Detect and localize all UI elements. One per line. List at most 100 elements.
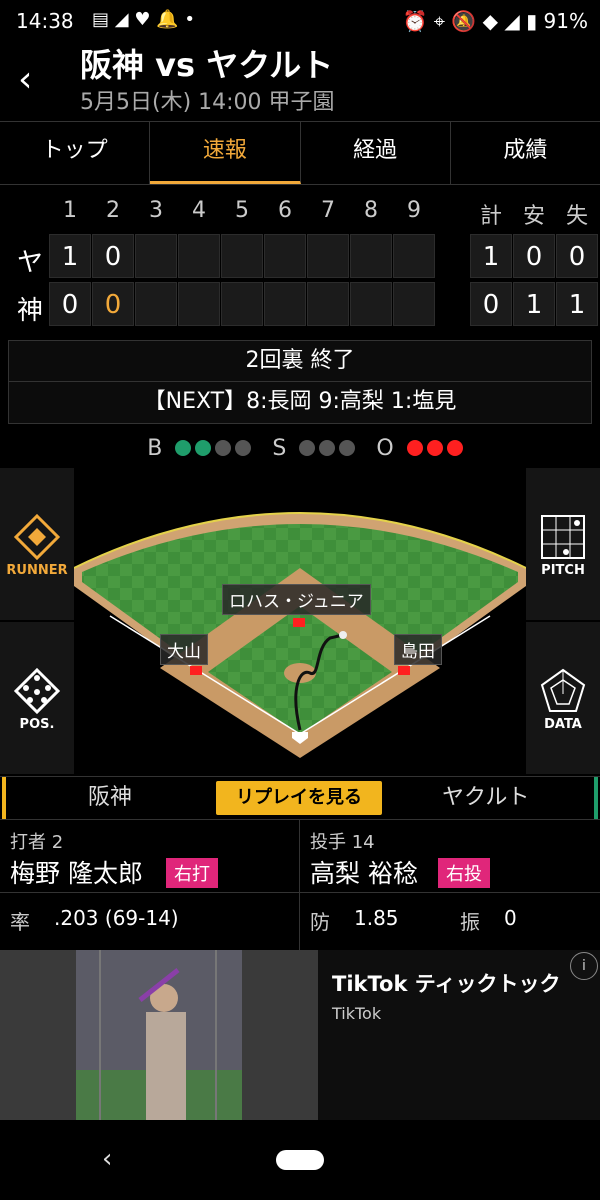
score-cell <box>135 234 177 278</box>
alarm-icon: ⏰ <box>402 9 428 33</box>
score-cell <box>307 282 349 326</box>
strike-dot <box>299 440 316 456</box>
divider <box>299 820 300 950</box>
strike-label: S <box>272 436 287 461</box>
score-cell: 1 <box>49 234 91 278</box>
back-button[interactable]: ‹ <box>18 58 54 102</box>
home-team-marker <box>2 777 6 819</box>
score-cell <box>264 234 306 278</box>
tab-bar: トップ 速報 経過 成績 <box>0 121 600 185</box>
inning-header: 5 <box>235 198 249 223</box>
score-cell <box>350 282 392 326</box>
divider <box>0 892 600 893</box>
pitch-grid-icon <box>541 515 585 559</box>
total-hits: 0 <box>513 234 555 278</box>
tab-progress[interactable]: 経過 <box>301 122 451 184</box>
team-switch-bar: 阪神 リプレイを見る ヤクルト <box>0 776 600 820</box>
position-button[interactable]: POS. <box>0 622 74 774</box>
status-time: 14:38 <box>16 9 74 33</box>
chevron-left-icon: ‹ <box>18 59 33 100</box>
batter-name[interactable]: 梅野 隆太郎 <box>10 854 143 890</box>
tab-live[interactable]: 速報 <box>150 122 301 184</box>
total-header-runs: 計 <box>479 204 502 229</box>
data-button[interactable]: DATA <box>526 622 600 774</box>
fielder-left: 大山 <box>160 634 208 665</box>
scoreboard: 1 2 3 4 5 6 7 8 9 計 安 失 ヤ 1 0 1 0 0 神 0 … <box>0 190 600 330</box>
batter-role: 打者 2 <box>10 832 64 853</box>
location-icon: ⌖ <box>433 9 446 33</box>
score-cell <box>393 282 435 326</box>
ad-photo-placeholder <box>0 950 318 1120</box>
replay-button[interactable]: リプレイを見る <box>216 781 382 815</box>
score-cell <box>221 234 263 278</box>
ad-image[interactable] <box>0 950 318 1120</box>
fielder-right: 島田 <box>394 634 442 665</box>
status-right: ⏰ ⌖ 🔕 ◆ ◢ ▮ 91% <box>403 9 588 33</box>
wifi-icon: ◆ <box>482 9 499 33</box>
tab-stats[interactable]: 成績 <box>451 122 600 184</box>
nav-back-icon[interactable]: ‹ <box>102 1144 112 1174</box>
score-cell <box>350 234 392 278</box>
strike-dot <box>339 440 356 456</box>
first-base <box>398 666 410 675</box>
tab-top[interactable]: トップ <box>0 122 151 184</box>
info-icon[interactable]: i <box>570 952 598 980</box>
score-cell <box>221 282 263 326</box>
inning-header: 4 <box>192 198 206 223</box>
signal-icon: ◢ <box>114 9 129 30</box>
field-view: RUNNER POS. PITCH DATA ロハス・ジュニア 大山 島田 <box>0 468 600 774</box>
score-cell <box>393 234 435 278</box>
score-cell-current: 0 <box>92 282 134 326</box>
pitcher-k-label: 振 <box>460 910 480 934</box>
runner-button[interactable]: RUNNER <box>0 468 74 620</box>
ball-dot <box>235 440 252 456</box>
inning-header: 9 <box>407 198 421 223</box>
inning-status-box: 2回裏 終了 【NEXT】8:長岡 9:高梨 1:塩見 <box>8 340 592 424</box>
team-away-tab[interactable]: ヤクルト <box>442 777 529 819</box>
total-runs: 0 <box>470 282 512 326</box>
out-dot <box>446 440 463 456</box>
nav-home-pill[interactable] <box>276 1150 324 1170</box>
batter-pitcher-panel: 打者 2 梅野 隆太郎 右打 率 .203 (69-14) 投手 14 高梨 裕… <box>0 820 600 950</box>
data-label: DATA <box>544 717 582 732</box>
pitcher-k-value: 0 <box>504 906 517 930</box>
pitch-label: PITCH <box>541 563 585 578</box>
notification-icons: ▤ ◢ ♥ 🔔 • <box>92 9 195 30</box>
total-header-errors: 失 <box>565 204 588 229</box>
cell-icon: ◢ <box>504 9 520 33</box>
score-cell <box>178 234 220 278</box>
out-label: O <box>376 436 394 461</box>
page-title: 阪神 vs ヤクルト <box>80 46 334 84</box>
team-abbr-away: ヤ <box>16 248 43 278</box>
score-cell <box>307 234 349 278</box>
app-header: ‹ 阪神 vs ヤクルト 5月5日(木) 14:00 甲子園 <box>0 40 600 120</box>
ball-dot <box>215 440 232 456</box>
next-batters: 【NEXT】8:長岡 9:高梨 1:塩見 <box>9 381 591 422</box>
battery-icon: ▮ <box>526 9 538 33</box>
system-nav-bar: ‹ <box>0 1120 600 1200</box>
fielder-center: ロハス・ジュニア <box>222 584 371 615</box>
dot-icon: • <box>184 9 195 30</box>
ball-landing <box>339 631 347 639</box>
positions-icon <box>13 667 61 715</box>
ad-banner[interactable]: TikTok ティックトック TikTok i <box>0 950 600 1120</box>
batter-stat-value: .203 (69-14) <box>54 906 179 930</box>
total-errors: 1 <box>556 282 598 326</box>
pitch-button[interactable]: PITCH <box>526 468 600 620</box>
score-cell <box>264 282 306 326</box>
away-team-marker <box>594 777 598 819</box>
total-errors: 0 <box>556 234 598 278</box>
score-cell <box>135 282 177 326</box>
pos-label: POS. <box>19 717 55 732</box>
total-runs: 1 <box>470 234 512 278</box>
inning-header: 7 <box>321 198 335 223</box>
team-home-tab[interactable]: 阪神 <box>88 777 132 819</box>
score-cell: 0 <box>92 234 134 278</box>
status-bar: 14:38 ▤ ◢ ♥ 🔔 • ⏰ ⌖ 🔕 ◆ ◢ ▮ 91% <box>0 0 600 40</box>
third-base <box>190 666 202 675</box>
heart-icon: ♥ <box>134 9 151 30</box>
ad-title[interactable]: TikTok ティックトック <box>332 968 560 998</box>
total-header-hits: 安 <box>522 204 545 229</box>
pitcher-name[interactable]: 高梨 裕稔 <box>310 854 418 890</box>
inning-state: 2回裏 終了 <box>245 348 355 373</box>
